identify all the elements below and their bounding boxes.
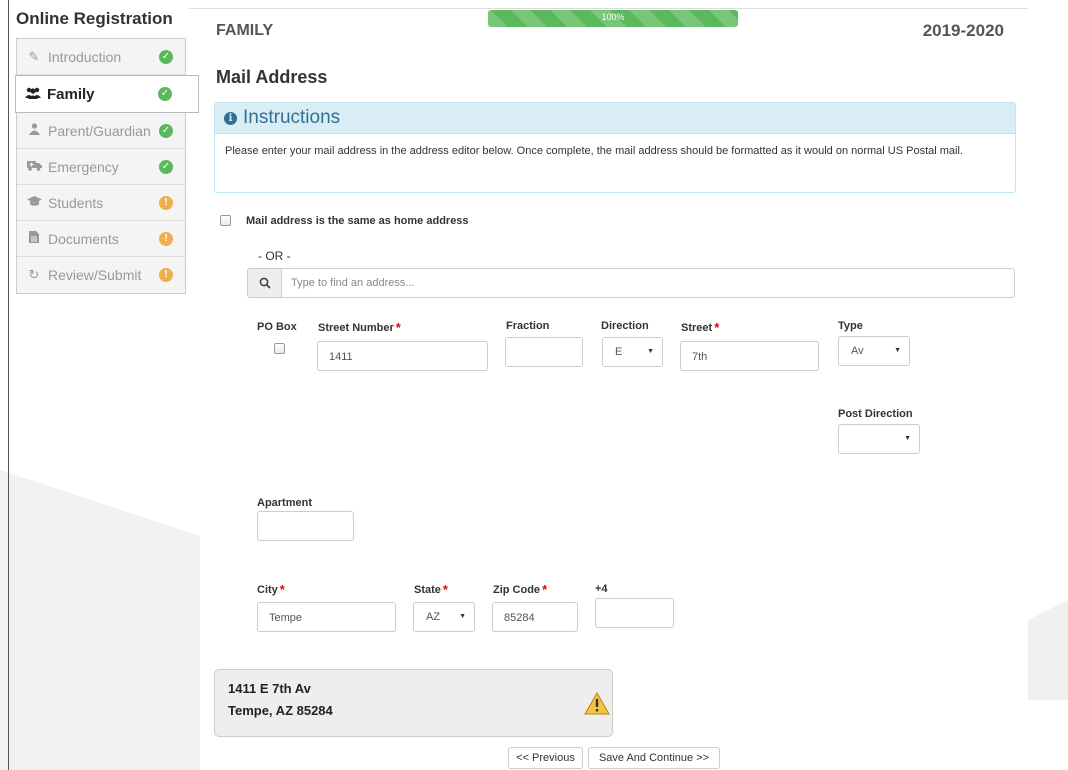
- main-panel: FAMILY 100% 2019-2020 Mail Address i Ins…: [189, 8, 1028, 770]
- exclamation-icon: !: [159, 195, 173, 210]
- pencil-icon: ✎: [28, 48, 40, 64]
- sidebar-item-label: Documents: [48, 230, 119, 247]
- street-number-label: Street Number *: [318, 320, 401, 335]
- post-direction-select[interactable]: ▼: [838, 424, 920, 454]
- progress-label: 100%: [601, 12, 625, 22]
- section-label: FAMILY: [216, 22, 274, 39]
- address-search: [247, 268, 1015, 298]
- type-value: Av: [851, 345, 864, 357]
- chevron-down-icon: ▼: [894, 347, 901, 354]
- po-box-label: PO Box: [257, 321, 297, 333]
- progress-bar: 100%: [488, 10, 738, 27]
- instructions-panel: i Instructions Please enter your mail ad…: [214, 102, 1016, 193]
- plus4-label: +4: [595, 583, 608, 595]
- sidebar-item-family[interactable]: Family ✓: [15, 75, 199, 113]
- required-marker: *: [714, 320, 720, 335]
- background-shape-right: [1028, 600, 1068, 700]
- save-continue-button[interactable]: Save And Continue >>: [588, 747, 720, 769]
- fraction-label: Fraction: [506, 320, 550, 332]
- state-select[interactable]: AZ ▼: [413, 602, 475, 632]
- apartment-field[interactable]: [257, 511, 354, 541]
- or-separator: - OR -: [258, 249, 291, 263]
- zip-code-field[interactable]: 85284: [492, 602, 578, 632]
- sidebar-item-emergency[interactable]: Emergency ✓: [17, 149, 185, 185]
- sidebar-item-parent-guardian[interactable]: Parent/Guardian ✓: [17, 113, 185, 149]
- page-title: Mail Address: [216, 67, 328, 87]
- chevron-down-icon: ▼: [647, 348, 654, 355]
- check-icon: ✓: [158, 87, 172, 101]
- sidebar-item-documents[interactable]: Documents !: [17, 221, 185, 257]
- plus4-field[interactable]: [595, 598, 674, 628]
- sidebar-item-label: Introduction: [48, 48, 122, 65]
- post-direction-label: Post Direction: [838, 408, 913, 420]
- graduation-cap-icon: [26, 195, 42, 210]
- exclamation-icon: !: [159, 268, 173, 282]
- street-number-field[interactable]: 1411: [317, 341, 488, 371]
- ambulance-icon: [26, 159, 42, 174]
- sidebar-nav: ✎ Introduction ✓ Family ✓ Parent/Guardia…: [15, 38, 199, 294]
- form-panel: FAMILY 100% 2019-2020 Mail Address i Ins…: [213, 9, 1016, 770]
- street-field[interactable]: 7th: [680, 341, 819, 371]
- refresh-icon: ↻: [28, 267, 40, 282]
- address-line-1: 1411 E 7th Av: [228, 681, 311, 696]
- address-line-2: Tempe, AZ 85284: [228, 703, 333, 718]
- sidebar-item-label: Family: [47, 85, 95, 103]
- sidebar-item-label: Emergency: [48, 158, 119, 175]
- chevron-down-icon: ▼: [904, 435, 911, 442]
- check-icon: ✓: [159, 159, 173, 174]
- required-marker: *: [279, 582, 285, 597]
- sidebar-item-label: Students: [48, 194, 104, 211]
- users-icon: [25, 87, 41, 102]
- search-icon: [248, 269, 282, 297]
- city-field[interactable]: Tempe: [257, 602, 396, 632]
- street-label: Street *: [681, 320, 720, 335]
- formatted-address: 1411 E 7th Av Tempe, AZ 85284: [214, 669, 613, 737]
- fraction-field[interactable]: [505, 337, 583, 367]
- background-shape: [0, 470, 200, 770]
- instructions-heading: i Instructions: [215, 103, 1015, 134]
- warning-icon: [584, 691, 610, 720]
- instructions-text: Please enter your mail address in the ad…: [225, 145, 963, 157]
- apartment-label: Apartment: [257, 497, 313, 509]
- zip-code-label: Zip Code *: [493, 582, 548, 597]
- required-marker: *: [442, 582, 448, 597]
- sidebar-item-introduction[interactable]: ✎ Introduction ✓: [17, 39, 185, 75]
- type-label: Type: [838, 320, 863, 332]
- check-icon: ✓: [159, 49, 173, 64]
- exclamation-icon: !: [159, 231, 173, 246]
- state-value: AZ: [426, 611, 441, 623]
- same-as-home-label: Mail address is the same as home address: [246, 215, 469, 227]
- check-icon: ✓: [159, 123, 173, 138]
- sidebar-item-label: Parent/Guardian: [48, 122, 151, 139]
- file-icon: [26, 231, 42, 246]
- required-marker: *: [542, 582, 548, 597]
- direction-value: E: [615, 346, 623, 358]
- chevron-down-icon: ▼: [459, 613, 466, 620]
- sidebar: Online Registration ✎ Introduction ✓ Fam…: [9, 0, 199, 294]
- instructions-title: Instructions: [243, 107, 341, 128]
- po-box-checkbox[interactable]: [274, 343, 285, 354]
- info-icon: i: [224, 111, 237, 125]
- state-label: State *: [414, 582, 448, 597]
- previous-button[interactable]: << Previous: [508, 747, 583, 769]
- school-year: 2019-2020: [922, 21, 1004, 40]
- city-label: City *: [257, 582, 285, 597]
- type-select[interactable]: Av ▼: [838, 336, 910, 366]
- sidebar-item-label: Review/Submit: [48, 267, 142, 283]
- same-as-home-checkbox[interactable]: [220, 215, 231, 226]
- sidebar-title: Online Registration: [9, 0, 189, 38]
- user-icon: [26, 123, 42, 138]
- direction-select[interactable]: E ▼: [602, 337, 663, 367]
- search-input[interactable]: [282, 269, 1014, 297]
- sidebar-item-review-submit[interactable]: ↻ Review/Submit !: [17, 257, 185, 293]
- required-marker: *: [395, 320, 401, 335]
- sidebar-item-students[interactable]: Students !: [17, 185, 185, 221]
- direction-label: Direction: [601, 320, 649, 332]
